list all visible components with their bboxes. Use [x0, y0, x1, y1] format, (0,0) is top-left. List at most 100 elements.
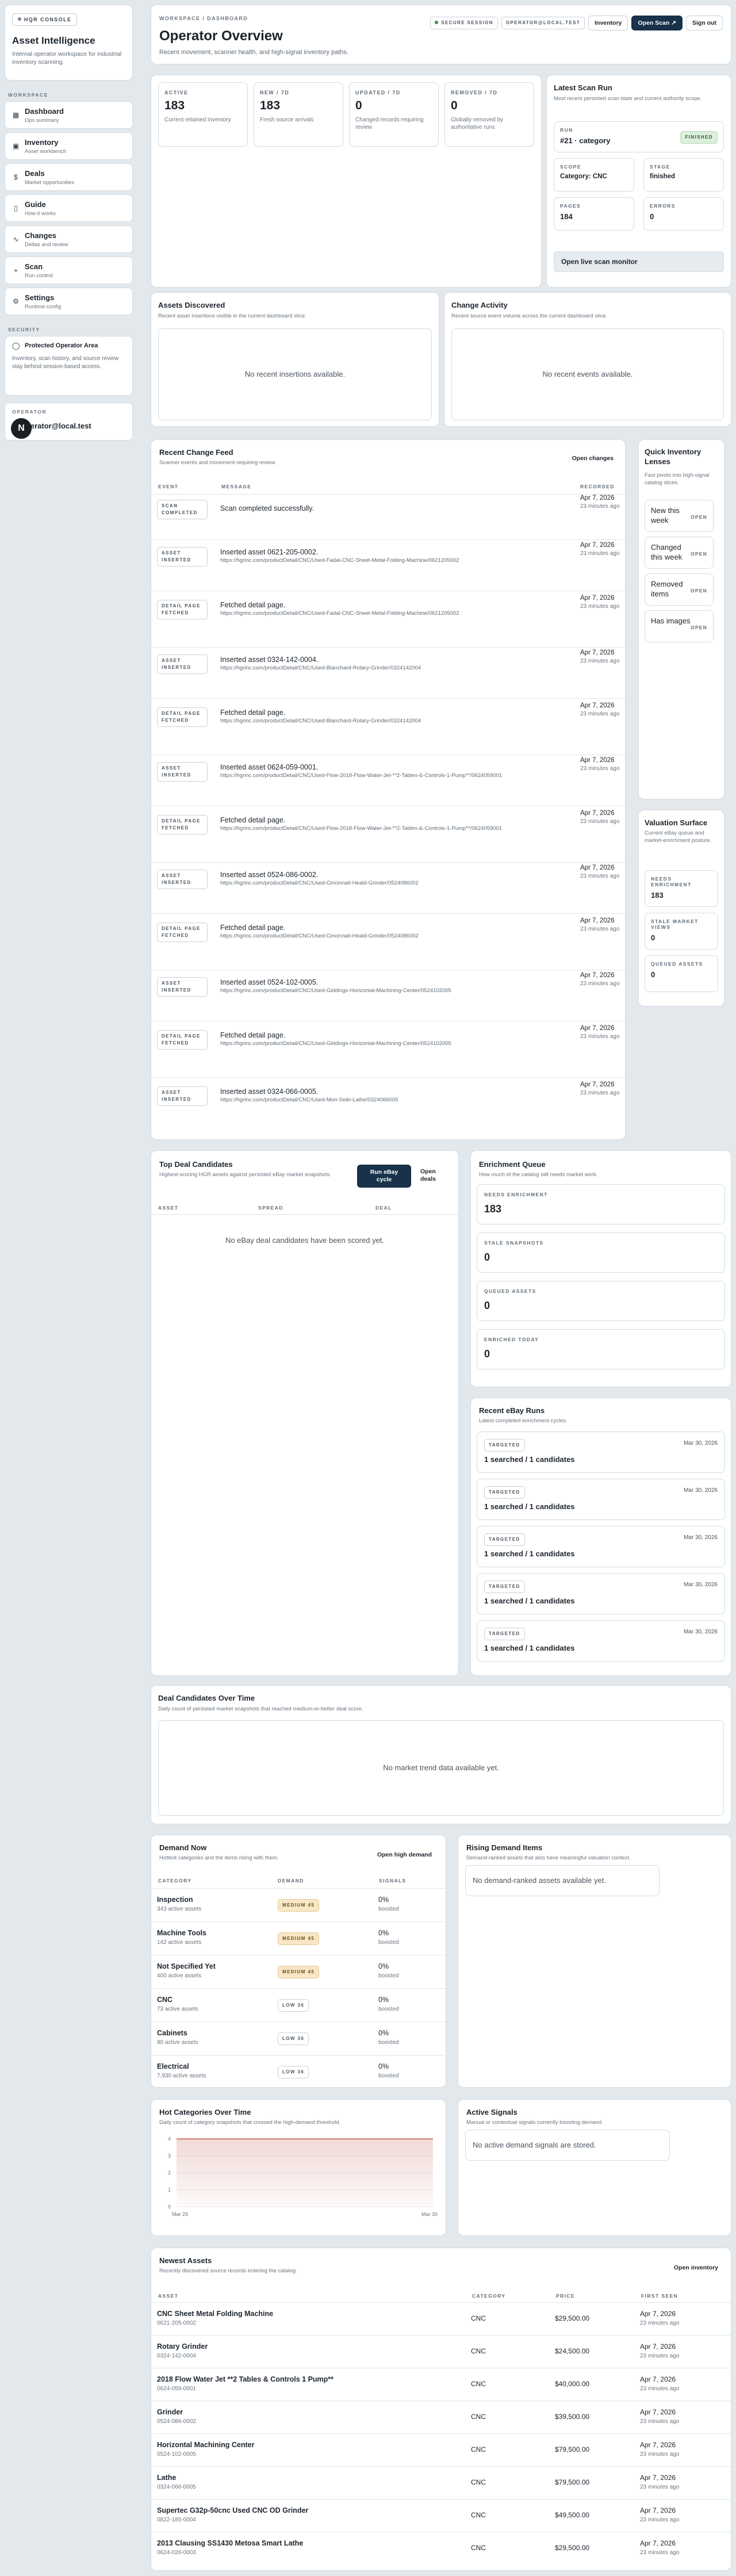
- feed-date: Apr 7, 2026 23 minutes ago: [580, 864, 620, 881]
- open-high-demand-button[interactable]: Open high demand: [371, 1848, 438, 1862]
- signal-boost: boosted: [378, 1939, 399, 1946]
- gear-icon: ⚙: [13, 297, 19, 305]
- feed-url[interactable]: https://hgrinc.com/productDetail/CNC/Use…: [220, 610, 459, 617]
- table-row[interactable]: 2013 Clausing SS1430 Metosa Smart Lathe 0…: [151, 2532, 731, 2564]
- sidebar-item-changes[interactable]: ∿ Changes Deltas and review: [5, 225, 133, 253]
- inventory-button[interactable]: Inventory: [588, 16, 628, 30]
- feed-date-value: Apr 7, 2026: [580, 702, 615, 709]
- asset-name[interactable]: Grinder: [157, 2408, 183, 2416]
- change-activity-card: Change Activity Recent source event volu…: [444, 292, 731, 427]
- table-row[interactable]: CNC Sheet Metal Folding Machine 0621-205-…: [151, 2302, 731, 2335]
- lens-removed-items[interactable]: Removed items OPEN: [645, 573, 714, 606]
- table-row[interactable]: Grinder 0524-086-0002 CNC $39,500.00 Apr 7, …: [151, 2401, 731, 2433]
- table-row[interactable]: CNC 73 active assets LOW 36 0% boosted: [151, 1988, 446, 2022]
- event-tag: DETAIL PAGE FETCHED: [157, 923, 208, 942]
- asset-name[interactable]: Rotary Grinder: [157, 2342, 208, 2351]
- lens-open: OPEN: [691, 551, 707, 557]
- table-row[interactable]: Inspection 343 active assets MEDIUM 45 0% bo…: [151, 1888, 446, 1922]
- sidebar-item-dashboard[interactable]: ▦ Dashboard Ops summary: [5, 101, 133, 129]
- asset-name[interactable]: 2013 Clausing SS1430 Metosa Smart Lathe: [157, 2539, 303, 2547]
- sidebar-item-settings[interactable]: ⚙ Settings Runtime config: [5, 288, 133, 315]
- operator-label: OPERATOR: [12, 409, 47, 415]
- sidebar-item-deals[interactable]: $ Deals Market opportunities: [5, 163, 133, 191]
- lens-label: Changed this week: [651, 543, 683, 561]
- category-assets: 343 active assets: [157, 1906, 202, 1912]
- lens-new-this-week[interactable]: New this week OPEN: [645, 500, 714, 532]
- y-tick-label: 1: [168, 2187, 171, 2193]
- sidebar-item-scan[interactable]: ⌖ Scan Run control: [5, 257, 133, 284]
- open-changes-button[interactable]: Open changes: [566, 451, 619, 465]
- open-scan-button[interactable]: Open Scan ↗: [631, 16, 683, 30]
- stat-label: UPDATED / 7D: [355, 90, 401, 95]
- enrichment-label: ENRICHED TODAY: [484, 1337, 539, 1342]
- table-row[interactable]: Not Specified Yet 400 active assets MEDIUM…: [151, 1955, 446, 1988]
- ebay-runs-card: Recent eBay Runs Latest completed enrich…: [470, 1398, 731, 1676]
- feed-url[interactable]: https://hgrinc.com/productDetail/CNC/Use…: [220, 933, 419, 939]
- workspace-heading: WORKSPACE: [8, 92, 48, 98]
- asset-name[interactable]: 2018 Flow Water Jet **2 Tables & Control…: [157, 2375, 334, 2383]
- signal-pct: 0%: [378, 1996, 389, 2004]
- sign-out-button[interactable]: Sign out: [686, 16, 723, 30]
- stat-card: NEW / 7D 183 Fresh source arrivals: [254, 82, 343, 147]
- valuation-label: STALE MARKET VIEWS: [651, 918, 699, 930]
- feed-date-value: Apr 7, 2026: [580, 542, 615, 549]
- trend-empty-state: No market trend data available yet.: [158, 1720, 724, 1816]
- sidebar-item-inventory[interactable]: ▣ Inventory Asset workbench: [5, 132, 133, 160]
- run-date: Mar 30, 2026: [684, 1534, 718, 1541]
- y-tick-label: 3: [168, 2153, 171, 2159]
- feed-url[interactable]: https://hgrinc.com/productDetail/CNC/Use…: [220, 1040, 451, 1047]
- category-name: Electrical: [157, 2062, 189, 2070]
- feed-url[interactable]: https://hgrinc.com/productDetail/CNC/Use…: [220, 987, 451, 994]
- table-row[interactable]: Electrical 7,930 active assets LOW 36 0% boo…: [151, 2055, 446, 2088]
- live-monitor-button[interactable]: Open live scan monitor: [554, 251, 724, 272]
- y-tick-label: 2: [168, 2170, 171, 2176]
- shield-icon: ◯: [12, 342, 20, 350]
- sidebar: HQR CONSOLE Asset Intelligence Internal …: [5, 5, 133, 441]
- table-row[interactable]: Horizontal Machining Center 0524-102-0005…: [151, 2433, 731, 2466]
- asset-category: CNC: [471, 2314, 486, 2322]
- open-deals-button[interactable]: Open deals: [415, 1165, 449, 1186]
- feed-url[interactable]: https://hgrinc.com/productDetail/CNC/Use…: [220, 772, 502, 779]
- avatar[interactable]: N: [11, 418, 32, 439]
- feed-date: Apr 7, 2026 23 minutes ago: [580, 649, 620, 665]
- table-row[interactable]: Supertec G32p-50cnc Used CNC OD Grinder 0…: [151, 2499, 731, 2532]
- event-tag: ASSET INSERTED: [157, 1086, 208, 1106]
- table-row[interactable]: Machine Tools 142 active assets MEDIUM 45 0…: [151, 1922, 446, 1955]
- feed-date: Apr 7, 2026 23 minutes ago: [580, 756, 620, 773]
- run-ebay-button[interactable]: Run eBay cycle: [357, 1165, 411, 1188]
- open-inventory-button[interactable]: Open inventory: [668, 2261, 724, 2275]
- breadcrumb: WORKSPACE / DASHBOARD: [159, 16, 248, 21]
- sidebar-item-sub: Deltas and review: [25, 242, 68, 248]
- grid-icon: ▦: [12, 111, 20, 119]
- asset-name[interactable]: Lathe: [157, 2474, 176, 2482]
- asset-name[interactable]: CNC Sheet Metal Folding Machine: [157, 2310, 273, 2318]
- lens-changed-this-week[interactable]: Changed this week OPEN: [645, 537, 714, 569]
- table-row[interactable]: Cabinets 90 active assets LOW 36 0% boosted: [151, 2022, 446, 2055]
- feed-url[interactable]: https://hgrinc.com/productDetail/CNC/Use…: [220, 665, 421, 671]
- feed-url[interactable]: https://hgrinc.com/productDetail/CNC/Use…: [220, 557, 459, 564]
- stat-sub: Fresh source arrivals: [260, 117, 314, 123]
- table-row[interactable]: 2018 Flow Water Jet **2 Tables & Control…: [151, 2368, 731, 2401]
- sidebar-item-sub: Asset workbench: [25, 148, 67, 155]
- category-name: Not Specified Yet: [157, 1962, 216, 1970]
- sidebar-nav: ▦ Dashboard Ops summary ▣ Inventory Asset wor…: [5, 101, 133, 315]
- enrichment-value: 0: [484, 1348, 490, 1360]
- table-row[interactable]: Lathe 0324-066-0005 CNC $79,500.00 Apr 7, 20…: [151, 2466, 731, 2499]
- console-badge: HQR CONSOLE: [12, 13, 78, 26]
- feed-url[interactable]: https://hgrinc.com/productDetail/CNC/Use…: [220, 718, 421, 724]
- feed-message: Fetched detail page.: [220, 709, 286, 717]
- feed-url[interactable]: https://hgrinc.com/productDetail/CNC/Use…: [220, 825, 502, 832]
- latest-scan-title: Latest Scan Run: [554, 83, 612, 92]
- feed-row: DETAIL PAGE FETCHED Fetched detail page. h…: [151, 1021, 625, 1077]
- wave-icon: ∿: [13, 235, 19, 243]
- enrichment-label: NEEDS ENRICHMENT: [484, 1192, 548, 1197]
- sidebar-item-guide[interactable]: ▯ Guide How it works: [5, 194, 133, 222]
- asset-name[interactable]: Supertec G32p-50cnc Used CNC OD Grinder: [157, 2506, 308, 2514]
- lens-has-images[interactable]: Has images OPEN: [645, 610, 714, 642]
- operator-card[interactable]: OPERATOR operator@local.test N: [5, 403, 133, 441]
- table-row[interactable]: Rotary Grinder 0324-142-0004 CNC $24,500.00…: [151, 2335, 731, 2368]
- scope-box: SCOPE Category: CNC: [554, 158, 634, 192]
- feed-url[interactable]: https://hgrinc.com/productDetail/CNC/Use…: [220, 880, 419, 886]
- feed-url[interactable]: https://hgrinc.com/productDetail/CNC/Use…: [220, 1097, 398, 1103]
- asset-name[interactable]: Horizontal Machining Center: [157, 2441, 254, 2449]
